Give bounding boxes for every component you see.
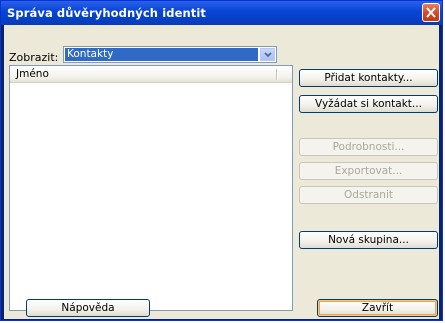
- show-dropdown-value: Kontakty: [65, 48, 258, 61]
- list-header: Jméno: [10, 66, 292, 83]
- request-contact-button[interactable]: Vyžádat si kontakt...: [299, 95, 438, 113]
- column-header-name[interactable]: Jméno: [16, 68, 49, 80]
- show-dropdown[interactable]: Kontakty: [63, 46, 277, 63]
- close-button[interactable]: Zavřít: [317, 299, 438, 317]
- title-bar[interactable]: Správa důvěryhodných identit: [1, 1, 442, 25]
- dialog-window: Správa důvěryhodných identit Zobrazit: K…: [0, 0, 443, 321]
- window-title: Správa důvěryhodných identit: [7, 6, 206, 20]
- show-label: Zobrazit:: [9, 51, 59, 64]
- chevron-down-icon: [264, 52, 272, 58]
- dialog-client-area: Zobrazit: Kontakty Jméno Přidat kontakty…: [4, 25, 439, 319]
- dropdown-arrow-button[interactable]: [260, 48, 275, 61]
- help-button[interactable]: Nápověda: [26, 299, 150, 317]
- details-button[interactable]: Podrobnosti...: [299, 138, 438, 156]
- close-icon: [426, 7, 436, 18]
- new-group-button[interactable]: Nová skupina...: [299, 231, 438, 249]
- export-button[interactable]: Exportovat...: [299, 162, 438, 180]
- add-contacts-button[interactable]: Přidat kontakty...: [299, 69, 438, 87]
- column-separator[interactable]: [276, 69, 277, 80]
- contacts-list[interactable]: Jméno: [9, 65, 293, 311]
- remove-button[interactable]: Odstranit: [299, 186, 438, 204]
- close-window-button[interactable]: [422, 3, 440, 22]
